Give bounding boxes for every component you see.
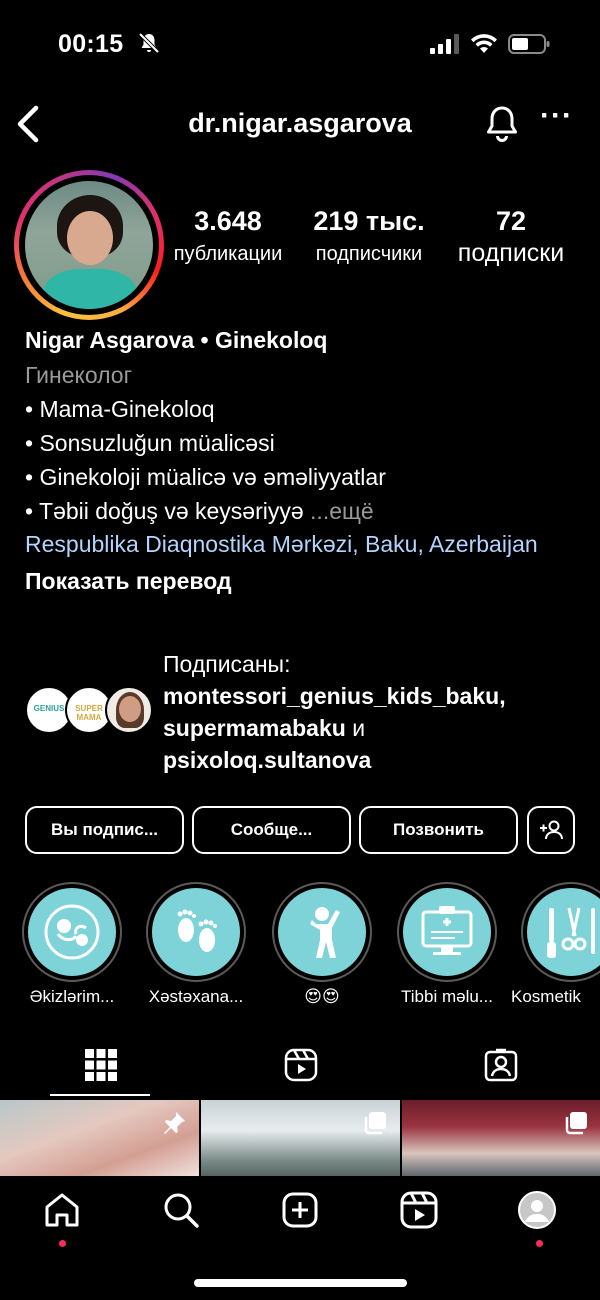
- baby-feet-icon: [177, 909, 217, 952]
- mutual-user-3: psixoloq.sultanova: [163, 747, 372, 773]
- grid-icon: [85, 1049, 117, 1081]
- notification-dot: [59, 1240, 66, 1247]
- posts-grid: [0, 1100, 600, 1176]
- mutual-avatars: GENIUS SUPER MAMA: [25, 686, 155, 736]
- post-thumbnail[interactable]: [201, 1100, 400, 1176]
- add-user-icon: [540, 820, 563, 840]
- status-time: 00:15: [58, 30, 124, 58]
- followers-label: подписчики: [315, 243, 423, 265]
- following-button[interactable]: Вы подпис...: [25, 806, 184, 854]
- home-indicator[interactable]: [194, 1279, 407, 1287]
- reels-icon: [400, 1191, 438, 1229]
- posts-label: публикации: [173, 243, 283, 265]
- nav-reels[interactable]: [399, 1190, 443, 1240]
- stat-followers[interactable]: 219 тыс. подписчики: [303, 206, 435, 266]
- home-icon: [45, 1193, 79, 1227]
- nav-create[interactable]: [280, 1190, 324, 1240]
- carousel-icon: [364, 1112, 386, 1135]
- following-count: 72: [495, 206, 527, 236]
- child-silhouette-icon: [310, 907, 340, 958]
- more-options-icon[interactable]: ···: [540, 101, 572, 138]
- show-translation-link[interactable]: Показать перевод: [25, 562, 585, 600]
- post-thumbnail[interactable]: [0, 1100, 199, 1176]
- surgical-tools-icon: [547, 907, 595, 958]
- battery-icon: [508, 34, 550, 54]
- mutual-avatar-psixoloq: [105, 686, 153, 734]
- bell-slash-icon: [138, 32, 160, 54]
- mutual-followers-text: Подписаны: montessori_genius_kids_baku, …: [163, 651, 506, 773]
- create-icon: [282, 1192, 318, 1228]
- tagged-icon: [484, 1048, 518, 1082]
- post-thumbnail[interactable]: [402, 1100, 600, 1176]
- notification-bell-icon[interactable]: [484, 104, 520, 144]
- highlight-label: Xəstəxana...: [148, 987, 244, 1006]
- profile-name: Nigar Asgarova • Ginekoloq: [25, 327, 328, 353]
- active-tab-indicator: [50, 1094, 150, 1096]
- medical-monitor-icon: [421, 906, 473, 955]
- nav-home[interactable]: [42, 1190, 86, 1247]
- stat-posts[interactable]: 3.648 публикации: [162, 206, 294, 266]
- twins-icon: [44, 904, 100, 960]
- tab-reels[interactable]: [200, 1034, 400, 1098]
- mutual-user-1: montessori_genius_kids_baku: [163, 683, 500, 709]
- bio-more-link[interactable]: ...ещё: [310, 498, 374, 524]
- highlight-label: 😍😍: [304, 987, 340, 1006]
- cellular-signal-icon: [430, 34, 459, 54]
- nav-profile[interactable]: [517, 1190, 561, 1247]
- tab-tagged[interactable]: [400, 1034, 600, 1098]
- reels-icon: [284, 1048, 318, 1082]
- carousel-icon: [565, 1112, 587, 1135]
- profile-icon: [518, 1191, 556, 1229]
- highlight-label: Əkizlərim...: [29, 987, 115, 1006]
- profile-tabs: [0, 1034, 600, 1098]
- followers-count: 219 тыс.: [313, 206, 425, 236]
- bio-line: • Sonsuzluğun müalicəsi: [25, 430, 275, 456]
- pinned-icon: [164, 1112, 185, 1134]
- call-button[interactable]: Позвонить: [359, 806, 518, 854]
- profile-header: dr.nigar.asgarova ···: [0, 96, 600, 156]
- highlight-label: Tibbi məlu...: [401, 987, 493, 1006]
- suggested-users-button[interactable]: [527, 806, 575, 854]
- following-label: подписки: [457, 239, 565, 267]
- wifi-icon: [471, 34, 497, 53]
- profile-bio: Nigar Asgarova • Ginekoloq Гинеколог • M…: [25, 322, 585, 600]
- profile-avatar[interactable]: [25, 181, 153, 309]
- status-bar: 00:15: [0, 0, 600, 90]
- mutual-user-2: supermamabaku: [163, 715, 346, 741]
- profile-category: Гинеколог: [25, 362, 132, 388]
- tab-posts-grid[interactable]: [0, 1034, 200, 1098]
- posts-count: 3.648: [194, 206, 262, 236]
- bio-line: • Mama-Ginekoloq: [25, 396, 215, 422]
- bio-line-text: • Təbii doğuş və keysəriyyə: [25, 498, 304, 524]
- highlight-label: Kosmetik: [511, 987, 581, 1006]
- location-link[interactable]: Respublika Diaqnostika Mərkəzi, Baku, Az…: [25, 528, 545, 560]
- stat-following[interactable]: 72 подписки: [443, 206, 579, 268]
- nav-search[interactable]: [161, 1190, 205, 1240]
- bio-line: • Təbii doğuş və keysəriyyə ...ещё: [25, 494, 585, 528]
- bio-line: • Ginekoloji müalicə və əməliyyatlar: [25, 464, 386, 490]
- search-icon: [164, 1193, 199, 1228]
- notification-dot: [536, 1240, 543, 1247]
- mutual-followers[interactable]: GENIUS SUPER MAMA Подписаны: montessori_…: [25, 648, 585, 778]
- message-button[interactable]: Сообще...: [192, 806, 351, 854]
